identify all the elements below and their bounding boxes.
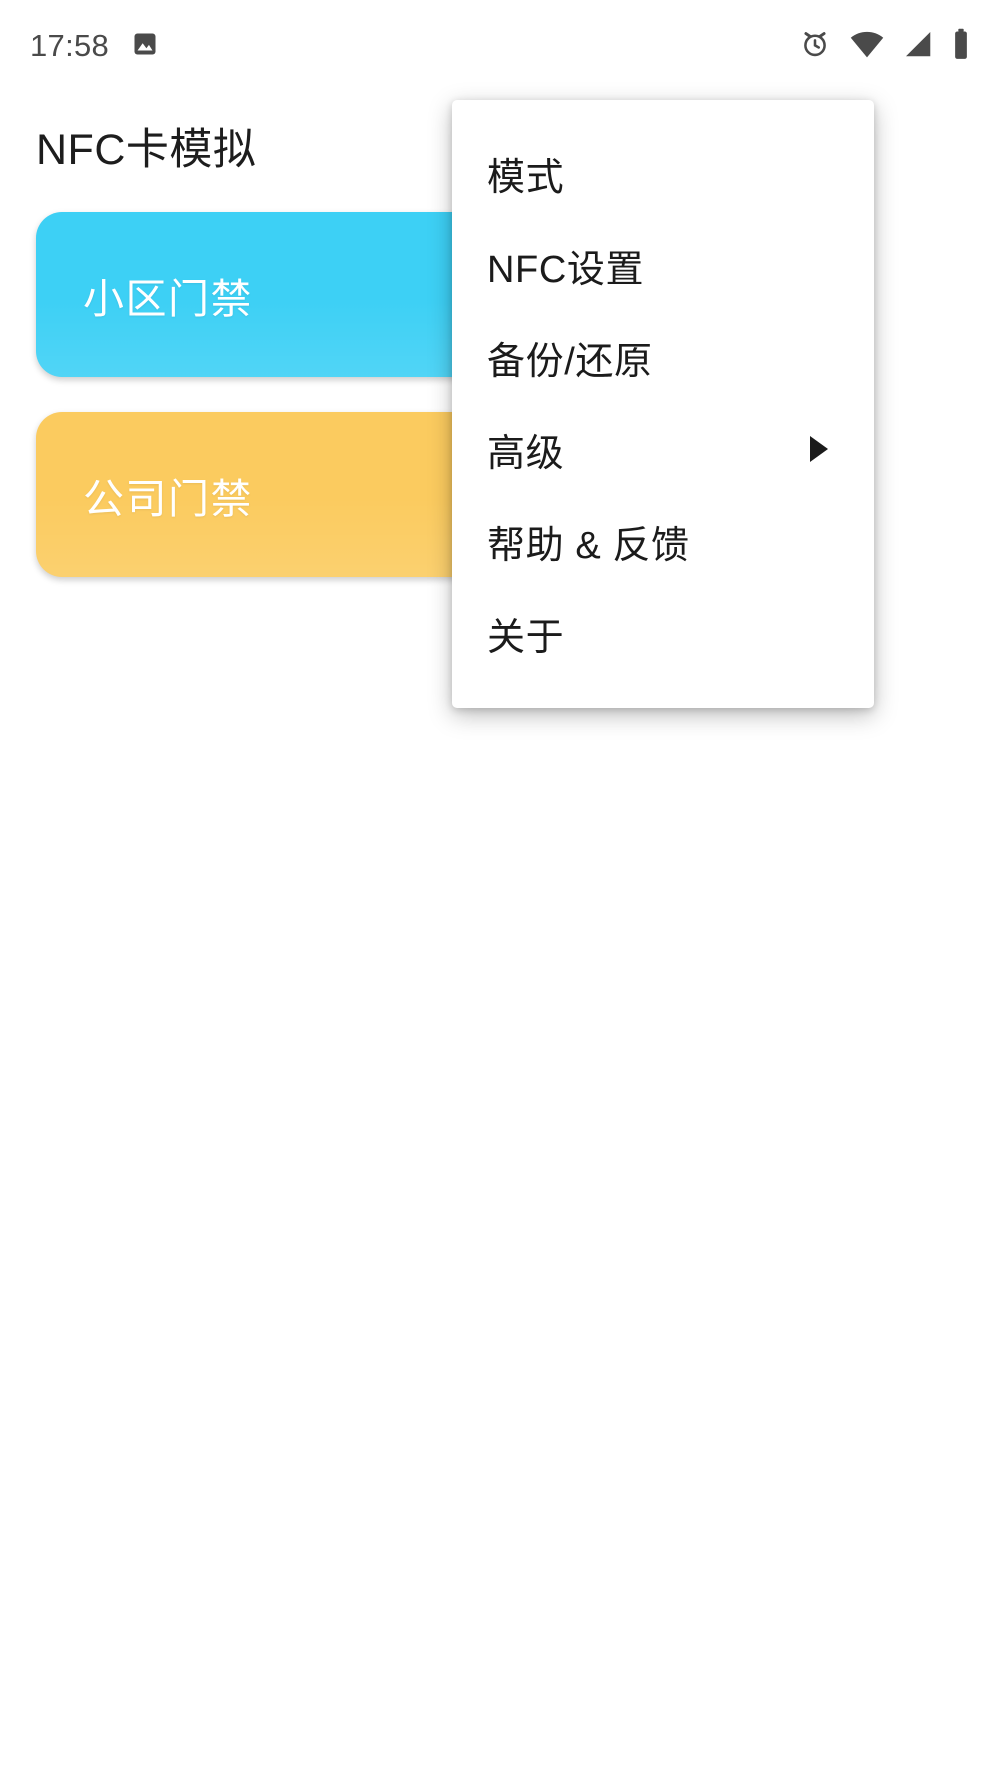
menu-item-advanced[interactable]: 高级 — [452, 403, 874, 495]
menu-item-label: 关于 — [487, 616, 565, 659]
menu-item-backup-restore[interactable]: 备份/还原 — [452, 311, 874, 403]
menu-item-label: NFC设置 — [487, 248, 645, 291]
wifi-icon — [850, 29, 884, 64]
menu-item-label: 备份/还原 — [487, 340, 653, 383]
image-icon — [131, 30, 159, 63]
menu-item-help-feedback[interactable]: 帮助 & 反馈 — [452, 495, 874, 587]
menu-item-label: 高级 — [487, 432, 565, 475]
status-bar-left: 17:58 — [30, 28, 159, 64]
battery-icon — [952, 28, 970, 65]
chevron-right-icon — [810, 436, 828, 462]
nfc-card-label: 公司门禁 — [83, 475, 253, 522]
nfc-card-label: 小区门禁 — [83, 275, 253, 322]
cellular-signal-icon — [903, 29, 933, 64]
menu-item-nfc-settings[interactable]: NFC设置 — [452, 219, 874, 311]
page-title: NFC卡模拟 — [36, 126, 257, 174]
menu-item-label: 帮助 & 反馈 — [487, 524, 690, 567]
alarm-clock-icon — [799, 28, 831, 65]
menu-item-label: 模式 — [487, 156, 565, 199]
app-screen: 17:58 NFC卡模拟 小区门禁 公司门禁 模式 NFC设置 备份/还原 高级… — [0, 0, 1000, 1777]
status-bar-clock: 17:58 — [30, 28, 110, 63]
status-bar-right — [799, 28, 970, 65]
menu-item-about[interactable]: 关于 — [452, 587, 874, 679]
overflow-popup-menu: 模式 NFC设置 备份/还原 高级 帮助 & 反馈 关于 — [452, 100, 874, 708]
status-bar: 17:58 — [0, 0, 1000, 92]
menu-item-mode[interactable]: 模式 — [452, 127, 874, 219]
